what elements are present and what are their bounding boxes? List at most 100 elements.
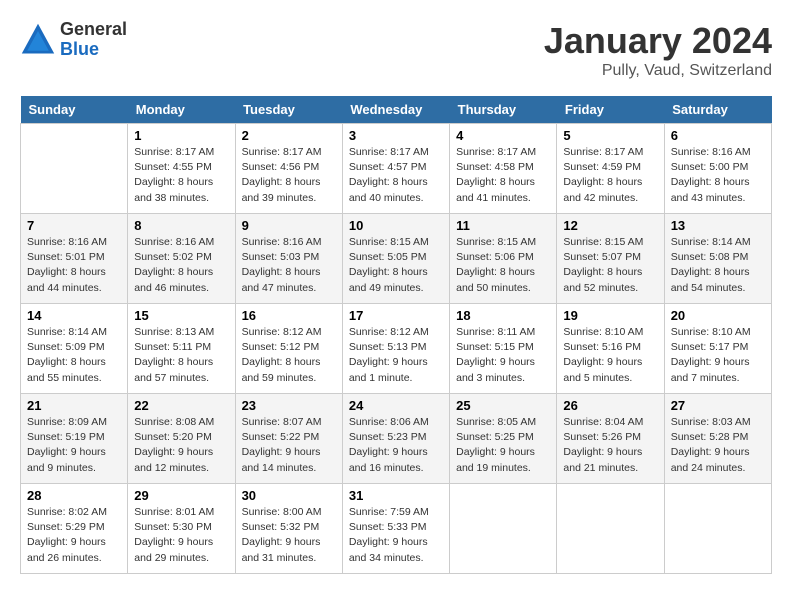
calendar-cell <box>664 484 771 574</box>
day-info: Sunrise: 8:05 AMSunset: 5:25 PMDaylight:… <box>456 415 550 476</box>
calendar-cell: 29 Sunrise: 8:01 AMSunset: 5:30 PMDayligh… <box>128 484 235 574</box>
day-number: 21 <box>27 398 121 413</box>
day-number: 22 <box>134 398 228 413</box>
day-number: 3 <box>349 128 443 143</box>
day-info: Sunrise: 8:04 AMSunset: 5:26 PMDaylight:… <box>563 415 657 476</box>
calendar-cell: 13Sunrise: 8:14 AMSunset: 5:08 PMDayligh… <box>664 214 771 304</box>
day-info: Sunrise: 8:14 AMSunset: 5:08 PMDaylight:… <box>671 235 765 296</box>
calendar-cell: 11 Sunrise: 8:15 AMSunset: 5:06 PMDayligh… <box>450 214 557 304</box>
calendar-cell: 21 Sunrise: 8:09 AMSunset: 5:19 PMDayligh… <box>21 394 128 484</box>
calendar-week-row: 28 Sunrise: 8:02 AMSunset: 5:29 PMDayligh… <box>21 484 772 574</box>
calendar-cell: 1Sunrise: 8:17 AMSunset: 4:55 PMDaylight… <box>128 124 235 214</box>
day-info: Sunrise: 8:16 AMSunset: 5:01 PMDaylight:… <box>27 235 121 296</box>
day-info: Sunrise: 8:06 AMSunset: 5:23 PMDaylight:… <box>349 415 443 476</box>
location-title: Pully, Vaud, Switzerland <box>544 62 772 80</box>
day-info: Sunrise: 8:16 AMSunset: 5:03 PMDaylight:… <box>242 235 336 296</box>
day-number: 10 <box>349 218 443 233</box>
day-number: 15 <box>134 308 228 323</box>
calendar-cell: 31 Sunrise: 7:59 AMSunset: 5:33 PMDayligh… <box>342 484 449 574</box>
title-area: January 2024 Pully, Vaud, Switzerland <box>544 20 772 80</box>
day-info: Sunrise: 8:15 AMSunset: 5:06 PMDaylight:… <box>456 235 550 296</box>
header-thursday: Thursday <box>450 96 557 124</box>
logo-general-text: General <box>60 20 127 40</box>
day-number: 20 <box>671 308 765 323</box>
header-monday: Monday <box>128 96 235 124</box>
day-number: 11 <box>456 218 550 233</box>
day-info: Sunrise: 8:01 AMSunset: 5:30 PMDaylight:… <box>134 505 228 566</box>
calendar-week-row: 7 Sunrise: 8:16 AMSunset: 5:01 PMDaylight… <box>21 214 772 304</box>
day-number: 19 <box>563 308 657 323</box>
day-info: Sunrise: 8:17 AMSunset: 4:59 PMDaylight:… <box>563 145 657 206</box>
day-number: 28 <box>27 488 121 503</box>
day-number: 9 <box>242 218 336 233</box>
header-sunday: Sunday <box>21 96 128 124</box>
day-number: 18 <box>456 308 550 323</box>
day-info: Sunrise: 8:08 AMSunset: 5:20 PMDaylight:… <box>134 415 228 476</box>
day-number: 29 <box>134 488 228 503</box>
day-info: Sunrise: 8:16 AMSunset: 5:02 PMDaylight:… <box>134 235 228 296</box>
day-info: Sunrise: 8:09 AMSunset: 5:19 PMDaylight:… <box>27 415 121 476</box>
logo: General Blue <box>20 20 127 60</box>
day-info: Sunrise: 8:03 AMSunset: 5:28 PMDaylight:… <box>671 415 765 476</box>
day-info: Sunrise: 8:16 AMSunset: 5:00 PMDaylight:… <box>671 145 765 206</box>
page-header: General Blue January 2024 Pully, Vaud, S… <box>20 20 772 80</box>
calendar-cell: 3 Sunrise: 8:17 AMSunset: 4:57 PMDaylight… <box>342 124 449 214</box>
day-number: 16 <box>242 308 336 323</box>
day-info: Sunrise: 8:17 AMSunset: 4:56 PMDaylight:… <box>242 145 336 206</box>
day-number: 17 <box>349 308 443 323</box>
calendar-cell: 30Sunrise: 8:00 AMSunset: 5:32 PMDayligh… <box>235 484 342 574</box>
day-info: Sunrise: 8:11 AMSunset: 5:15 PMDaylight:… <box>456 325 550 386</box>
day-info: Sunrise: 8:10 AMSunset: 5:17 PMDaylight:… <box>671 325 765 386</box>
logo-icon <box>20 22 56 58</box>
calendar-week-row: 1Sunrise: 8:17 AMSunset: 4:55 PMDaylight… <box>21 124 772 214</box>
day-number: 24 <box>349 398 443 413</box>
calendar-cell: 14Sunrise: 8:14 AMSunset: 5:09 PMDayligh… <box>21 304 128 394</box>
day-info: Sunrise: 8:07 AMSunset: 5:22 PMDaylight:… <box>242 415 336 476</box>
day-info: Sunrise: 8:13 AMSunset: 5:11 PMDaylight:… <box>134 325 228 386</box>
month-title: January 2024 <box>544 20 772 62</box>
calendar-cell: 9 Sunrise: 8:16 AMSunset: 5:03 PMDaylight… <box>235 214 342 304</box>
day-number: 7 <box>27 218 121 233</box>
calendar-cell: 5Sunrise: 8:17 AMSunset: 4:59 PMDaylight… <box>557 124 664 214</box>
calendar-cell: 24 Sunrise: 8:06 AMSunset: 5:23 PMDayligh… <box>342 394 449 484</box>
day-number: 4 <box>456 128 550 143</box>
day-number: 26 <box>563 398 657 413</box>
day-number: 14 <box>27 308 121 323</box>
calendar-cell: 17Sunrise: 8:12 AMSunset: 5:13 PMDayligh… <box>342 304 449 394</box>
calendar-cell: 2 Sunrise: 8:17 AMSunset: 4:56 PMDaylight… <box>235 124 342 214</box>
calendar-cell: 22 Sunrise: 8:08 AMSunset: 5:20 PMDayligh… <box>128 394 235 484</box>
header-saturday: Saturday <box>664 96 771 124</box>
calendar-cell: 8 Sunrise: 8:16 AMSunset: 5:02 PMDaylight… <box>128 214 235 304</box>
calendar-cell: 4 Sunrise: 8:17 AMSunset: 4:58 PMDaylight… <box>450 124 557 214</box>
calendar-cell: 19 Sunrise: 8:10 AMSunset: 5:16 PMDayligh… <box>557 304 664 394</box>
day-number: 8 <box>134 218 228 233</box>
day-number: 27 <box>671 398 765 413</box>
day-info: Sunrise: 8:12 AMSunset: 5:12 PMDaylight:… <box>242 325 336 386</box>
calendar-week-row: 14Sunrise: 8:14 AMSunset: 5:09 PMDayligh… <box>21 304 772 394</box>
day-info: Sunrise: 7:59 AMSunset: 5:33 PMDaylight:… <box>349 505 443 566</box>
logo-blue-text: Blue <box>60 40 127 60</box>
day-number: 12 <box>563 218 657 233</box>
calendar-cell: 6 Sunrise: 8:16 AMSunset: 5:00 PMDaylight… <box>664 124 771 214</box>
header-wednesday: Wednesday <box>342 96 449 124</box>
day-info: Sunrise: 8:15 AMSunset: 5:07 PMDaylight:… <box>563 235 657 296</box>
calendar-cell: 20 Sunrise: 8:10 AMSunset: 5:17 PMDayligh… <box>664 304 771 394</box>
day-info: Sunrise: 8:00 AMSunset: 5:32 PMDaylight:… <box>242 505 336 566</box>
header-friday: Friday <box>557 96 664 124</box>
calendar-cell <box>21 124 128 214</box>
calendar-cell: 25Sunrise: 8:05 AMSunset: 5:25 PMDayligh… <box>450 394 557 484</box>
calendar-cell: 7 Sunrise: 8:16 AMSunset: 5:01 PMDaylight… <box>21 214 128 304</box>
day-info: Sunrise: 8:10 AMSunset: 5:16 PMDaylight:… <box>563 325 657 386</box>
day-info: Sunrise: 8:17 AMSunset: 4:57 PMDaylight:… <box>349 145 443 206</box>
day-info: Sunrise: 8:17 AMSunset: 4:55 PMDaylight:… <box>134 145 228 206</box>
day-number: 31 <box>349 488 443 503</box>
calendar-cell: 10Sunrise: 8:15 AMSunset: 5:05 PMDayligh… <box>342 214 449 304</box>
calendar-cell: 12 Sunrise: 8:15 AMSunset: 5:07 PMDayligh… <box>557 214 664 304</box>
calendar-week-row: 21 Sunrise: 8:09 AMSunset: 5:19 PMDayligh… <box>21 394 772 484</box>
day-info: Sunrise: 8:02 AMSunset: 5:29 PMDaylight:… <box>27 505 121 566</box>
day-number: 2 <box>242 128 336 143</box>
calendar-cell: 18 Sunrise: 8:11 AMSunset: 5:15 PMDayligh… <box>450 304 557 394</box>
calendar-cell: 28 Sunrise: 8:02 AMSunset: 5:29 PMDayligh… <box>21 484 128 574</box>
day-number: 6 <box>671 128 765 143</box>
day-info: Sunrise: 8:17 AMSunset: 4:58 PMDaylight:… <box>456 145 550 206</box>
